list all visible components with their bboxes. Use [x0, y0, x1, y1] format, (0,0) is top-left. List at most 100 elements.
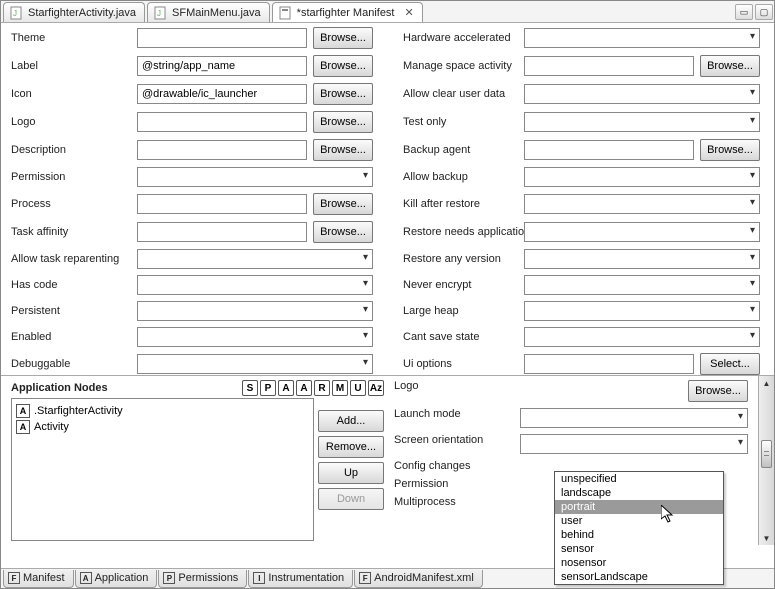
dropdown-option[interactable]: user	[555, 514, 723, 528]
combo-box[interactable]	[137, 327, 373, 347]
text-input[interactable]	[137, 194, 307, 214]
filter-icon[interactable]: A	[296, 380, 312, 396]
down-button[interactable]: Down	[318, 488, 384, 510]
text-input[interactable]	[137, 140, 307, 160]
field-label: Allow clear user data	[403, 88, 518, 100]
combo-box[interactable]	[524, 249, 760, 269]
minimize-icon[interactable]: ▢	[755, 4, 773, 20]
tab-label: Permissions	[178, 572, 238, 584]
scroll-down-icon[interactable]: ▼	[759, 531, 774, 545]
screen-orientation-combo[interactable]	[520, 434, 748, 454]
field-label: Backup agent	[403, 144, 518, 156]
browse-button[interactable]: Browse...	[700, 55, 760, 77]
java-file-icon: J	[154, 6, 168, 20]
browse-button[interactable]: Browse...	[313, 139, 373, 161]
dropdown-option[interactable]: landscape	[555, 486, 723, 500]
text-input[interactable]	[137, 28, 307, 48]
bottom-tab[interactable]: FAndroidManifest.xml	[354, 570, 483, 588]
close-icon[interactable]: ✕	[405, 6, 414, 19]
combo-box[interactable]	[137, 275, 373, 295]
list-item[interactable]: AActivity	[16, 419, 309, 435]
text-input[interactable]	[137, 56, 307, 76]
browse-button[interactable]: Browse...	[688, 380, 748, 402]
tab-label: StarfighterActivity.java	[28, 7, 136, 19]
screen-orientation-dropdown[interactable]: unspecifiedlandscapeportraituserbehindse…	[554, 471, 724, 585]
browse-button[interactable]: Browse...	[313, 193, 373, 215]
filter-icon[interactable]: P	[260, 380, 276, 396]
combo-box[interactable]	[137, 301, 373, 321]
dropdown-option[interactable]: portrait	[555, 500, 723, 514]
combo-box[interactable]	[524, 301, 760, 321]
filter-icon[interactable]: U	[350, 380, 366, 396]
nodes-buttons: Add... Remove... Up Down	[318, 398, 384, 541]
dropdown-option[interactable]: sensor	[555, 542, 723, 556]
remove-button[interactable]: Remove...	[318, 436, 384, 458]
list-item[interactable]: A .StarfighterActivity	[16, 403, 309, 419]
combo-box[interactable]	[137, 167, 373, 187]
editor-tab-active[interactable]: *starfighter Manifest ✕	[272, 2, 423, 22]
combo-box[interactable]	[524, 112, 760, 132]
browse-button[interactable]: Browse...	[313, 27, 373, 49]
dropdown-option[interactable]: behind	[555, 528, 723, 542]
browse-button[interactable]: Browse...	[313, 55, 373, 77]
combo-box[interactable]	[524, 275, 760, 295]
application-nodes-panel: Application Nodes SPAARMUAz A.Starfighte…	[1, 376, 390, 545]
filter-icon[interactable]: Az	[368, 380, 384, 396]
combo-box[interactable]	[524, 194, 760, 214]
add-button[interactable]: Add...	[318, 410, 384, 432]
combo-box[interactable]	[137, 354, 373, 374]
text-input[interactable]	[137, 112, 307, 132]
editor-tab[interactable]: J StarfighterActivity.java	[3, 2, 145, 22]
combo-box[interactable]	[524, 84, 760, 104]
list-item-label: .StarfighterActivity	[34, 405, 123, 417]
combo-box[interactable]	[520, 408, 748, 428]
combo-box[interactable]	[524, 28, 760, 48]
field-label: Hardware accelerated	[403, 32, 518, 44]
text-input[interactable]	[524, 140, 694, 160]
tab-icon: P	[163, 572, 175, 584]
svg-text:J: J	[157, 9, 161, 18]
filter-icon[interactable]: S	[242, 380, 258, 396]
java-file-icon: J	[10, 6, 24, 20]
scroll-thumb[interactable]	[761, 440, 772, 468]
maximize-icon[interactable]: ▭	[735, 4, 753, 20]
filter-icon[interactable]: M	[332, 380, 348, 396]
dropdown-option[interactable]: nosensor	[555, 556, 723, 570]
up-button[interactable]: Up	[318, 462, 384, 484]
combo-box[interactable]	[524, 222, 760, 242]
bottom-tab[interactable]: AApplication	[75, 570, 158, 588]
editor-tabstrip: J StarfighterActivity.java J SFMainMenu.…	[1, 1, 774, 23]
dropdown-option[interactable]: unspecified	[555, 472, 723, 486]
application-nodes-title: Application Nodes	[11, 382, 108, 394]
text-input[interactable]	[524, 56, 694, 76]
field-label: Ui options	[403, 358, 518, 370]
filter-icon[interactable]: A	[278, 380, 294, 396]
text-input[interactable]	[524, 354, 694, 374]
field-label: Permission	[11, 171, 131, 183]
combo-box[interactable]	[137, 249, 373, 269]
field-label: Kill after restore	[403, 198, 518, 210]
text-input[interactable]	[137, 222, 307, 242]
inner-scrollbar[interactable]: ▲ ▼	[758, 376, 774, 545]
filter-icon[interactable]: R	[314, 380, 330, 396]
bottom-tab[interactable]: IInstrumentation	[248, 570, 353, 588]
field-label: Enabled	[11, 331, 131, 343]
browse-button[interactable]: Browse...	[700, 139, 760, 161]
activity-icon: A	[16, 404, 30, 418]
editor-window: J StarfighterActivity.java J SFMainMenu.…	[0, 0, 775, 589]
browse-button[interactable]: Browse...	[313, 83, 373, 105]
dropdown-option[interactable]: sensorLandscape	[555, 570, 723, 584]
combo-box[interactable]	[524, 327, 760, 347]
bottom-tab[interactable]: FManifest	[3, 570, 74, 588]
nodes-list[interactable]: A .StarfighterActivity AActivity	[11, 398, 314, 541]
text-input[interactable]	[137, 84, 307, 104]
select-button[interactable]: Select...	[700, 353, 760, 375]
editor-tab[interactable]: J SFMainMenu.java	[147, 2, 270, 22]
field-label: Description	[11, 144, 131, 156]
bottom-tab[interactable]: PPermissions	[158, 570, 247, 588]
combo-box[interactable]	[524, 167, 760, 187]
tab-label: *starfighter Manifest	[297, 7, 395, 19]
browse-button[interactable]: Browse...	[313, 221, 373, 243]
browse-button[interactable]: Browse...	[313, 111, 373, 133]
scroll-up-icon[interactable]: ▲	[759, 376, 774, 390]
